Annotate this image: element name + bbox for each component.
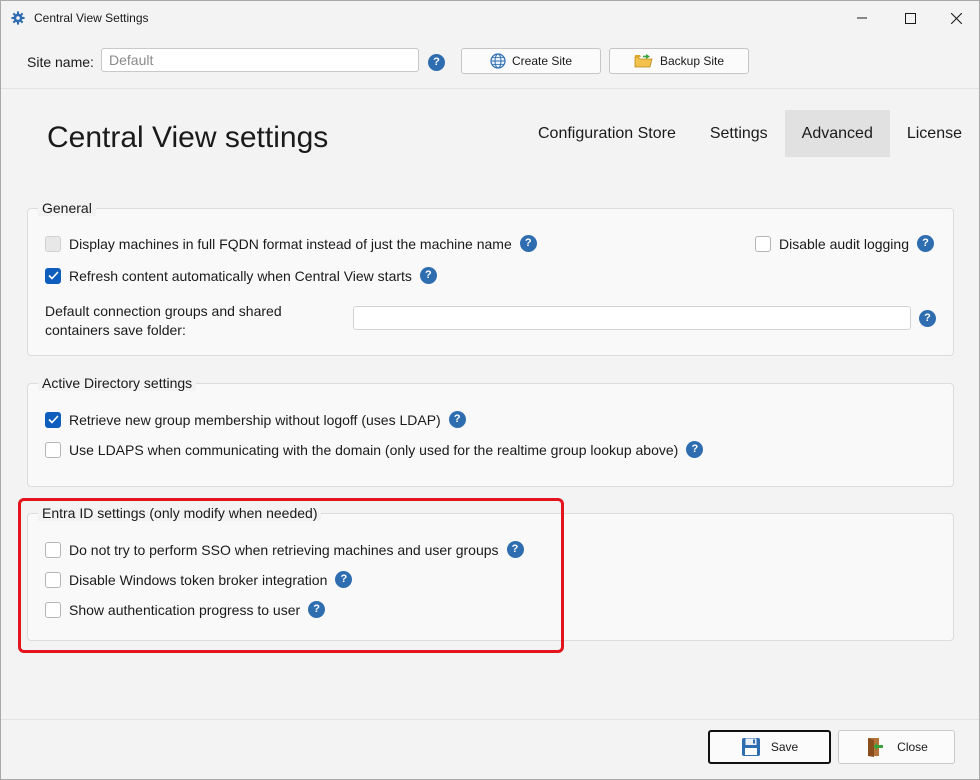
site-name-input[interactable] bbox=[101, 48, 419, 72]
active-directory-group: Active Directory settings Retrieve new g… bbox=[27, 375, 954, 487]
save-folder-help-icon[interactable]: ? bbox=[919, 310, 936, 327]
fqdn-help-icon[interactable]: ? bbox=[519, 235, 537, 252]
close-label: Close bbox=[897, 740, 928, 754]
tab-settings[interactable]: Settings bbox=[693, 110, 785, 157]
save-folder-input[interactable] bbox=[353, 306, 911, 330]
create-site-button[interactable]: Create Site bbox=[461, 48, 601, 74]
window-title: Central View Settings bbox=[34, 11, 149, 25]
audit-help-icon[interactable]: ? bbox=[916, 235, 934, 252]
exit-door-icon bbox=[868, 738, 884, 757]
close-window-button[interactable] bbox=[933, 1, 979, 35]
site-name-label: Site name: bbox=[27, 54, 94, 70]
general-group: General Display machines in full FQDN fo… bbox=[27, 200, 954, 356]
fqdn-label: Display machines in full FQDN format ins… bbox=[69, 235, 512, 252]
fqdn-checkbox[interactable] bbox=[45, 235, 61, 252]
tab-bar: Configuration Store Settings Advanced Li… bbox=[521, 110, 979, 157]
tab-license[interactable]: License bbox=[890, 110, 979, 157]
maximize-icon bbox=[904, 12, 916, 24]
check-icon bbox=[47, 415, 59, 424]
ldap-option: Retrieve new group membership without lo… bbox=[45, 411, 466, 428]
save-folder-label: Default connection groups and shared con… bbox=[45, 303, 282, 338]
settings-window: Central View Settings Site name: ? Creat… bbox=[0, 0, 980, 780]
general-group-title: General bbox=[38, 200, 96, 216]
ad-group-title: Active Directory settings bbox=[38, 375, 197, 391]
minimize-button[interactable] bbox=[839, 1, 885, 35]
audit-label: Disable audit logging bbox=[779, 235, 909, 252]
backup-site-button[interactable]: Backup Site bbox=[609, 48, 749, 74]
backup-site-label: Backup Site bbox=[659, 54, 725, 68]
fqdn-option: Display machines in full FQDN format ins… bbox=[45, 235, 537, 252]
ldap-help-icon[interactable]: ? bbox=[448, 411, 466, 428]
tab-advanced[interactable]: Advanced bbox=[784, 110, 890, 157]
floppy-disk-icon bbox=[741, 738, 760, 756]
close-icon bbox=[950, 12, 962, 24]
maximize-button[interactable] bbox=[887, 1, 933, 35]
ldap-checkbox[interactable] bbox=[45, 411, 61, 428]
create-site-label: Create Site bbox=[511, 54, 573, 68]
globe-icon bbox=[490, 53, 506, 69]
page-title: Central View settings bbox=[47, 121, 329, 154]
ldaps-help-icon[interactable]: ? bbox=[686, 441, 704, 458]
refresh-checkbox[interactable] bbox=[45, 267, 61, 284]
site-bar: Site name: ? Create Site Backup Site bbox=[1, 36, 979, 89]
folder-icon bbox=[634, 54, 653, 68]
tab-configuration-store[interactable]: Configuration Store bbox=[521, 110, 693, 157]
refresh-option: Refresh content automatically when Centr… bbox=[45, 267, 437, 284]
title-bar: Central View Settings bbox=[1, 1, 979, 36]
site-help-icon[interactable]: ? bbox=[428, 54, 445, 71]
minimize-icon bbox=[857, 17, 867, 19]
ldaps-label: Use LDAPS when communicating with the do… bbox=[69, 441, 679, 458]
save-label: Save bbox=[770, 740, 799, 754]
ldaps-option: Use LDAPS when communicating with the do… bbox=[45, 441, 704, 458]
close-button[interactable]: Close bbox=[838, 730, 955, 764]
refresh-label: Refresh content automatically when Centr… bbox=[69, 267, 412, 284]
footer-bar: Save Close bbox=[1, 719, 979, 779]
audit-option: Disable audit logging ? bbox=[755, 235, 934, 252]
ldaps-checkbox[interactable] bbox=[45, 441, 61, 458]
audit-checkbox[interactable] bbox=[755, 235, 771, 252]
refresh-help-icon[interactable]: ? bbox=[419, 267, 437, 284]
highlight-box bbox=[18, 498, 564, 653]
save-button[interactable]: Save bbox=[708, 730, 831, 764]
gear-icon bbox=[11, 11, 25, 25]
ldap-label: Retrieve new group membership without lo… bbox=[69, 411, 441, 428]
check-icon bbox=[47, 271, 59, 280]
